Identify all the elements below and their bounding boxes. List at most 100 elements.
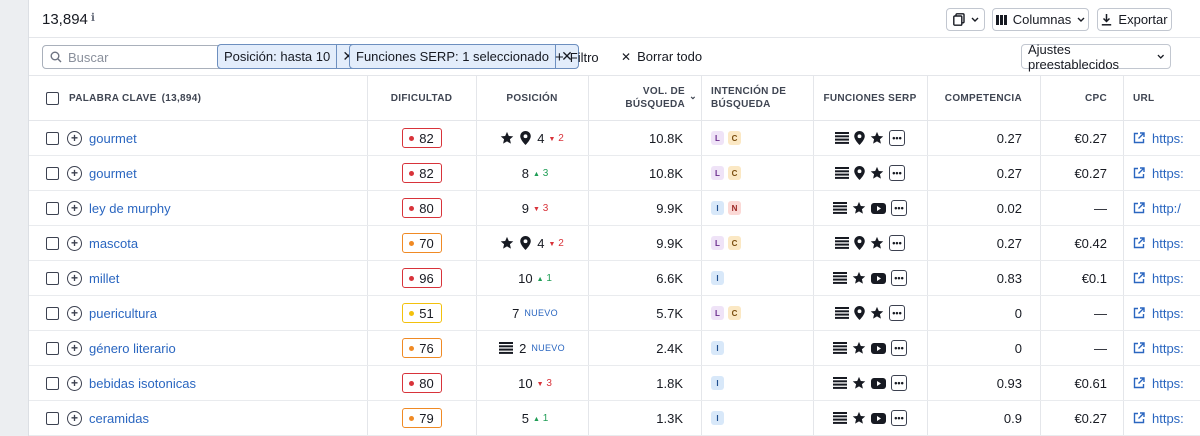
- filter-chip-serp[interactable]: Funciones SERP: 1 seleccionado ✕: [349, 44, 579, 69]
- row-checkbox[interactable]: [46, 271, 59, 285]
- url-link[interactable]: https:: [1133, 131, 1184, 146]
- more-icon[interactable]: •••: [889, 130, 905, 146]
- keyword-link[interactable]: género literario: [89, 341, 176, 356]
- video-icon: [871, 377, 886, 389]
- add-to-list-icon[interactable]: +: [67, 340, 82, 356]
- row-checkbox[interactable]: [46, 131, 59, 145]
- pin-icon: [854, 236, 865, 250]
- add-to-list-icon[interactable]: +: [67, 305, 82, 321]
- add-to-list-icon[interactable]: +: [67, 410, 82, 426]
- more-icon[interactable]: •••: [891, 340, 907, 356]
- position-value: 7: [512, 305, 520, 321]
- cpc-value: —: [1094, 200, 1107, 216]
- add-to-list-icon[interactable]: +: [67, 165, 82, 181]
- list-icon: [835, 167, 849, 179]
- table-row[interactable]: + millet 96 10 ▲ 1 6.6K I ••• 0.83 €0.1 https:: [29, 261, 1200, 296]
- difficulty-value: 82: [419, 130, 434, 146]
- col-serp-label: FUNCIONES SERP: [823, 92, 917, 104]
- info-icon[interactable]: ℹ: [91, 12, 95, 24]
- keyword-link[interactable]: ley de murphy: [89, 201, 171, 216]
- col-serp[interactable]: FUNCIONES SERP: [813, 76, 927, 120]
- col-position[interactable]: POSICIÓN: [476, 76, 588, 120]
- keyword-link[interactable]: millet: [89, 271, 119, 286]
- keyword-link[interactable]: gourmet: [89, 166, 137, 181]
- more-icon[interactable]: •••: [889, 235, 905, 251]
- url-link[interactable]: http:/: [1133, 201, 1181, 216]
- url-link[interactable]: https:: [1133, 411, 1184, 426]
- external-link-icon: [1133, 167, 1145, 179]
- position-change-value: 3: [542, 167, 549, 179]
- row-checkbox[interactable]: [46, 306, 59, 320]
- search-input[interactable]: Buscar: [42, 45, 238, 69]
- table-row[interactable]: + gourmet 82 4 ▼ 2 10.8K L C ••• 0.27 €0.27 https:: [29, 121, 1200, 156]
- arrow-up-icon: ▲: [532, 415, 540, 423]
- col-competition[interactable]: COMPETENCIA: [927, 76, 1040, 120]
- row-checkbox[interactable]: [46, 201, 59, 215]
- col-volume[interactable]: VOL. DE BÚSQUEDA ⌄: [588, 76, 701, 120]
- total-count-value: 13,894: [42, 11, 88, 28]
- col-intent-label-1: INTENCIÓN DE: [711, 86, 787, 97]
- list-icon: [833, 342, 847, 354]
- url-link[interactable]: https:: [1133, 306, 1184, 321]
- keyword-link[interactable]: bebidas isotonicas: [89, 376, 196, 391]
- table-row[interactable]: + gourmet 82 8 ▲ 3 10.8K L C ••• 0.27 €0.27 https:: [29, 156, 1200, 191]
- url-link[interactable]: https:: [1133, 236, 1184, 251]
- url-link[interactable]: https:: [1133, 376, 1184, 391]
- add-to-list-icon[interactable]: +: [67, 375, 82, 391]
- position-change: ▲ 3: [533, 168, 548, 179]
- url-link[interactable]: https:: [1133, 166, 1184, 181]
- add-to-list-icon[interactable]: +: [67, 235, 82, 251]
- copy-menu-button[interactable]: [946, 8, 985, 31]
- more-icon[interactable]: •••: [889, 305, 905, 321]
- col-keyword[interactable]: PALABRA CLAVE (13,894): [69, 76, 201, 120]
- row-checkbox[interactable]: [46, 236, 59, 250]
- more-icon[interactable]: •••: [891, 410, 907, 426]
- table-row[interactable]: + género literario 76 2 NUEVO 2.4K I ••• 0 — https…: [29, 331, 1200, 366]
- add-to-list-icon[interactable]: +: [67, 270, 82, 286]
- more-icon[interactable]: •••: [891, 270, 907, 286]
- intent-badge: I: [711, 411, 724, 425]
- intent-badge: L: [711, 166, 724, 180]
- list-icon: [833, 202, 847, 214]
- presets-dropdown[interactable]: Ajustes preestablecidos: [1021, 42, 1171, 72]
- col-difficulty[interactable]: DIFICULTAD: [367, 76, 476, 120]
- url-link[interactable]: https:: [1133, 341, 1184, 356]
- url-link[interactable]: https:: [1133, 271, 1184, 286]
- columns-button[interactable]: Columnas: [992, 8, 1089, 31]
- keyword-link[interactable]: puericultura: [89, 306, 157, 321]
- select-all-checkbox[interactable]: [46, 91, 59, 105]
- table-row[interactable]: + mascota 70 4 ▼ 2 9.9K L C ••• 0.27 €0.42 https:: [29, 226, 1200, 261]
- volume-value: 9.9K: [656, 200, 683, 216]
- keyword-link[interactable]: gourmet: [89, 131, 137, 146]
- export-label: Exportar: [1118, 12, 1168, 27]
- video-icon: [871, 342, 886, 354]
- sort-desc-icon[interactable]: ⌄: [689, 91, 697, 102]
- serp-features: •••: [833, 340, 907, 356]
- table-row[interactable]: + puericultura 51 7 NUEVO 5.7K L C ••• 0 — https:: [29, 296, 1200, 331]
- col-cpc[interactable]: CPC: [1040, 76, 1123, 120]
- filter-chip-position[interactable]: Posición: hasta 10 ✕: [217, 44, 361, 69]
- position-change-value: 2: [558, 132, 564, 144]
- volume-value: 1.3K: [656, 410, 683, 426]
- table-row[interactable]: + bebidas isotonicas 80 10 ▼ 3 1.8K I ••• 0.93 €0…: [29, 366, 1200, 401]
- more-icon[interactable]: •••: [889, 165, 905, 181]
- row-checkbox[interactable]: [46, 411, 59, 425]
- row-checkbox[interactable]: [46, 376, 59, 390]
- more-icon[interactable]: •••: [891, 375, 907, 391]
- clear-all-button[interactable]: ✕ Borrar todo: [621, 49, 702, 64]
- add-to-list-icon[interactable]: +: [67, 130, 82, 146]
- video-icon: [871, 202, 886, 214]
- row-checkbox[interactable]: [46, 166, 59, 180]
- export-button[interactable]: Exportar: [1097, 8, 1172, 31]
- table-row[interactable]: + ceramidas 79 5 ▲ 1 1.3K I ••• 0.9 €0.27 https:: [29, 401, 1200, 436]
- col-intent[interactable]: INTENCIÓN DE BÚSQUEDA: [711, 76, 786, 120]
- keyword-link[interactable]: mascota: [89, 236, 138, 251]
- intent-badge: L: [711, 306, 724, 320]
- table-row[interactable]: + ley de murphy 80 9 ▼ 3 9.9K I N ••• 0.02— http:/: [29, 191, 1200, 226]
- keyword-link[interactable]: ceramidas: [89, 411, 149, 426]
- more-icon[interactable]: •••: [891, 200, 907, 216]
- add-to-list-icon[interactable]: +: [67, 200, 82, 216]
- col-url[interactable]: URL: [1133, 76, 1154, 120]
- add-filter-button[interactable]: + Filtro: [555, 49, 599, 66]
- row-checkbox[interactable]: [46, 341, 59, 355]
